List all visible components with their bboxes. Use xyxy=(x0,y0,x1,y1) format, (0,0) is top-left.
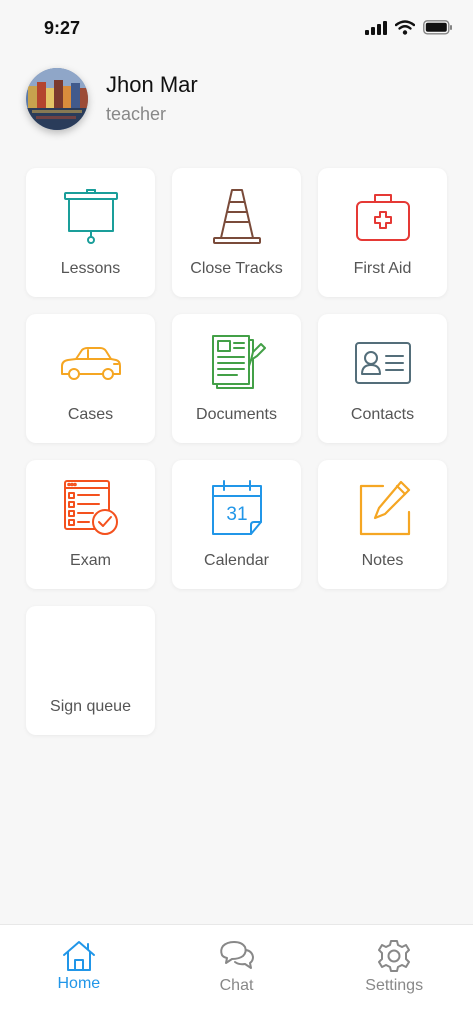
tile-label: Contacts xyxy=(350,406,415,423)
status-icons xyxy=(365,20,453,35)
app-screen: 9:27 Jhon Mar teacher Lessons Close Trac… xyxy=(0,0,473,1024)
profile-name: Jhon Mar xyxy=(106,72,198,97)
menu-grid: Lessons Close Tracks First Aid Cases Doc… xyxy=(26,168,448,735)
tile-label: Sign queue xyxy=(50,698,131,715)
tile-contacts[interactable]: Contacts xyxy=(318,314,447,443)
cellular-signal-icon xyxy=(365,20,387,35)
calendar-icon: 31 xyxy=(211,480,262,535)
tile-cases[interactable]: Cases xyxy=(26,314,155,443)
note-edit-icon xyxy=(359,480,410,536)
bottom-nav: Home Chat Settings xyxy=(0,924,473,1024)
tile-label: Calendar xyxy=(204,552,269,569)
calendar-day: 31 xyxy=(226,504,247,525)
profile-text: Jhon Mar teacher xyxy=(106,71,198,127)
home-icon xyxy=(62,941,95,971)
status-bar: 9:27 xyxy=(0,0,473,56)
tile-sign-queue[interactable]: Sign queue xyxy=(26,606,155,735)
contact-card-icon xyxy=(354,342,411,384)
battery-icon xyxy=(423,20,452,35)
chat-icon xyxy=(219,941,254,969)
presentation-board-icon xyxy=(63,189,118,244)
tile-label: Notes xyxy=(361,552,404,569)
exam-checklist-icon xyxy=(63,480,118,535)
tile-close-tracks[interactable]: Close Tracks xyxy=(172,168,301,297)
document-icon xyxy=(211,335,266,389)
tile-notes[interactable]: Notes xyxy=(318,460,447,589)
tile-first-aid[interactable]: First Aid xyxy=(318,168,447,297)
wifi-icon xyxy=(395,20,415,35)
tile-calendar[interactable]: 31 Calendar xyxy=(172,460,301,589)
tile-lessons[interactable]: Lessons xyxy=(26,168,155,297)
tile-label: Lessons xyxy=(60,260,121,277)
tile-label: Close Tracks xyxy=(190,260,283,277)
avatar[interactable] xyxy=(26,68,88,130)
nav-item-home[interactable]: Home xyxy=(0,925,158,1024)
first-aid-kit-icon xyxy=(355,194,410,241)
tile-documents[interactable]: Documents xyxy=(172,314,301,443)
status-time: 9:27 xyxy=(44,18,81,38)
gear-icon xyxy=(378,940,411,972)
tile-label: Cases xyxy=(67,406,114,423)
nav-item-settings[interactable]: Settings xyxy=(315,925,473,1024)
nav-label: Settings xyxy=(365,977,424,994)
car-icon xyxy=(60,347,121,380)
tile-label: First Aid xyxy=(353,260,412,277)
avatar-image xyxy=(26,68,88,130)
profile-role: teacher xyxy=(106,104,167,124)
profile-header[interactable]: Jhon Mar teacher xyxy=(26,68,198,130)
nav-label: Home xyxy=(57,975,101,992)
tile-exam[interactable]: Exam xyxy=(26,460,155,589)
tile-label: Exam xyxy=(70,552,111,569)
nav-label: Chat xyxy=(219,977,254,994)
nav-item-chat[interactable]: Chat xyxy=(158,925,316,1024)
tile-label: Documents xyxy=(196,406,277,423)
traffic-cone-icon xyxy=(212,189,261,244)
